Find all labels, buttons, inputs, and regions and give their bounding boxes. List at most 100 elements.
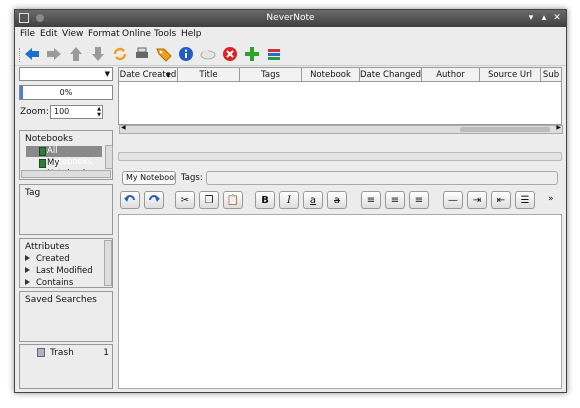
- notebook-icon: [39, 147, 46, 156]
- maximize-button[interactable]: ▴: [539, 13, 549, 23]
- align-right-icon[interactable]: ≡: [409, 191, 429, 209]
- notebook-item-my[interactable]: My Notebook: [26, 158, 102, 179]
- zoom-label: Zoom:: [20, 107, 49, 117]
- column-header-notebook[interactable]: Notebook: [302, 68, 360, 82]
- attribute-label: Contains: [36, 278, 74, 288]
- table-hscrollbar[interactable]: ◀ ▶: [119, 124, 563, 134]
- redo-icon[interactable]: [144, 191, 164, 209]
- attribute-item-last-modified[interactable]: Last Modified: [25, 266, 93, 276]
- sort-arrow-icon: ▼: [166, 72, 171, 79]
- italic-icon[interactable]: I: [279, 191, 299, 209]
- menu-online[interactable]: Online: [122, 29, 151, 39]
- copy-icon[interactable]: ❐: [199, 191, 219, 209]
- indent-icon[interactable]: ⇥: [467, 191, 487, 209]
- column-header-subject[interactable]: Sub: [541, 68, 562, 82]
- delete-icon[interactable]: [222, 46, 238, 62]
- cut-icon[interactable]: ✂: [175, 191, 195, 209]
- notebooks-vscrollbar[interactable]: [105, 145, 113, 169]
- menu-help[interactable]: Help: [181, 29, 202, 39]
- strikethrough-icon[interactable]: a: [327, 191, 347, 209]
- saved-searches-header: Saved Searches: [25, 295, 97, 305]
- column-header-author[interactable]: Author: [422, 68, 480, 82]
- horizontal-rule-icon[interactable]: —: [443, 191, 463, 209]
- menu-file[interactable]: File: [20, 29, 35, 39]
- attribute-item-created[interactable]: Created: [25, 254, 70, 264]
- tag-panel: Tag: [19, 184, 113, 235]
- splitter-handle[interactable]: [118, 152, 562, 161]
- sync-icon[interactable]: [112, 46, 128, 62]
- toolbar-grip[interactable]: [19, 48, 22, 62]
- info-icon[interactable]: [178, 46, 194, 62]
- tag-header: Tag: [25, 188, 41, 198]
- menu-bar: File Edit View Format Online Tools Help: [15, 28, 566, 41]
- down-arrow-icon[interactable]: [90, 46, 106, 62]
- menu-view[interactable]: View: [62, 29, 83, 39]
- right-panel: Date Created ▼ Title Tags Notebook Date …: [118, 67, 566, 389]
- attributes-vscrollbar[interactable]: [104, 240, 112, 286]
- notebooks-icon[interactable]: [266, 46, 282, 62]
- minimize-button[interactable]: ▾: [526, 13, 536, 23]
- menu-format[interactable]: Format: [88, 29, 120, 39]
- paste-icon[interactable]: 📋: [223, 191, 243, 209]
- sync-progress-bar: 0%: [19, 85, 113, 100]
- menu-edit[interactable]: Edit: [40, 29, 57, 39]
- spin-arrows-icon[interactable]: ▲ ▼: [97, 106, 101, 118]
- attribute-label: Created: [36, 254, 70, 264]
- zoom-value: 100: [54, 107, 70, 116]
- underline-icon[interactable]: a: [303, 191, 323, 209]
- outdent-icon[interactable]: ⇤: [491, 191, 511, 209]
- bold-icon[interactable]: B: [255, 191, 275, 209]
- expand-triangle-icon: [25, 267, 30, 273]
- align-center-icon[interactable]: ≡: [385, 191, 405, 209]
- note-editor[interactable]: [118, 214, 562, 389]
- column-header-tags[interactable]: Tags: [240, 68, 302, 82]
- main-toolbar: [15, 42, 566, 66]
- column-header-date-changed[interactable]: Date Changed: [360, 68, 422, 82]
- scroll-thumb[interactable]: [460, 127, 550, 132]
- notebook-icon: [39, 159, 46, 168]
- notes-table: Date Created ▼ Title Tags Notebook Date …: [118, 67, 563, 134]
- title-bar: NeverNote ▾ ▴ ✕: [15, 10, 566, 27]
- app-window: NeverNote ▾ ▴ ✕ File Edit View Format On…: [14, 9, 567, 393]
- up-arrow-icon[interactable]: [68, 46, 84, 62]
- notebooks-header: Notebooks: [25, 134, 73, 144]
- expand-triangle-icon: [25, 255, 30, 261]
- notebook-select-value: My Notebook: [126, 173, 176, 182]
- trash-panel: Trash 1: [19, 344, 113, 389]
- notebooks-panel: Notebooks All Notebooks My Notebook: [19, 130, 113, 180]
- attributes-panel: Attributes Created Last Modified Contain…: [19, 238, 113, 288]
- more-tools-icon[interactable]: »: [548, 194, 554, 204]
- tag-icon[interactable]: [156, 46, 172, 62]
- column-header-source-url[interactable]: Source Url: [480, 68, 541, 82]
- attribute-item-contains[interactable]: Contains: [25, 278, 73, 288]
- forward-arrow-icon[interactable]: [46, 46, 62, 62]
- menu-tools[interactable]: Tools: [154, 29, 176, 39]
- trash-icon: [37, 348, 45, 357]
- back-arrow-icon[interactable]: [24, 46, 40, 62]
- format-toolbar: ✂ ❐ 📋 B I a a ≡ ≡ ≡ — ⇥ ⇤ ☰ »: [118, 191, 566, 213]
- undo-icon[interactable]: [120, 191, 140, 209]
- close-button[interactable]: ✕: [552, 13, 562, 23]
- add-note-icon[interactable]: [244, 46, 260, 62]
- scroll-right-icon[interactable]: ▶: [556, 124, 561, 131]
- attributes-header: Attributes: [25, 242, 70, 252]
- trash-label[interactable]: Trash: [50, 348, 74, 358]
- align-left-icon[interactable]: ≡: [361, 191, 381, 209]
- notebook-select[interactable]: My Notebook: [122, 171, 176, 185]
- notebooks-hscrollbar[interactable]: [21, 170, 111, 178]
- cloud-icon[interactable]: [200, 46, 216, 62]
- progress-fill: [20, 86, 23, 99]
- zoom-spinbox[interactable]: 100 ▲ ▼: [50, 105, 103, 119]
- bullet-list-icon[interactable]: ☰: [515, 191, 535, 209]
- expand-triangle-icon: [25, 279, 30, 285]
- progress-text: 0%: [59, 88, 73, 97]
- print-icon[interactable]: [134, 46, 150, 62]
- tags-label: Tags:: [181, 173, 203, 183]
- notebook-combo[interactable]: ▼: [19, 67, 113, 81]
- column-header-title[interactable]: Title: [178, 68, 240, 82]
- saved-searches-panel: Saved Searches: [19, 291, 113, 342]
- scroll-left-icon[interactable]: ◀: [121, 124, 126, 131]
- notebook-item-all[interactable]: All Notebooks: [26, 146, 102, 167]
- window-title: NeverNote: [266, 13, 315, 23]
- tags-input[interactable]: [206, 171, 558, 185]
